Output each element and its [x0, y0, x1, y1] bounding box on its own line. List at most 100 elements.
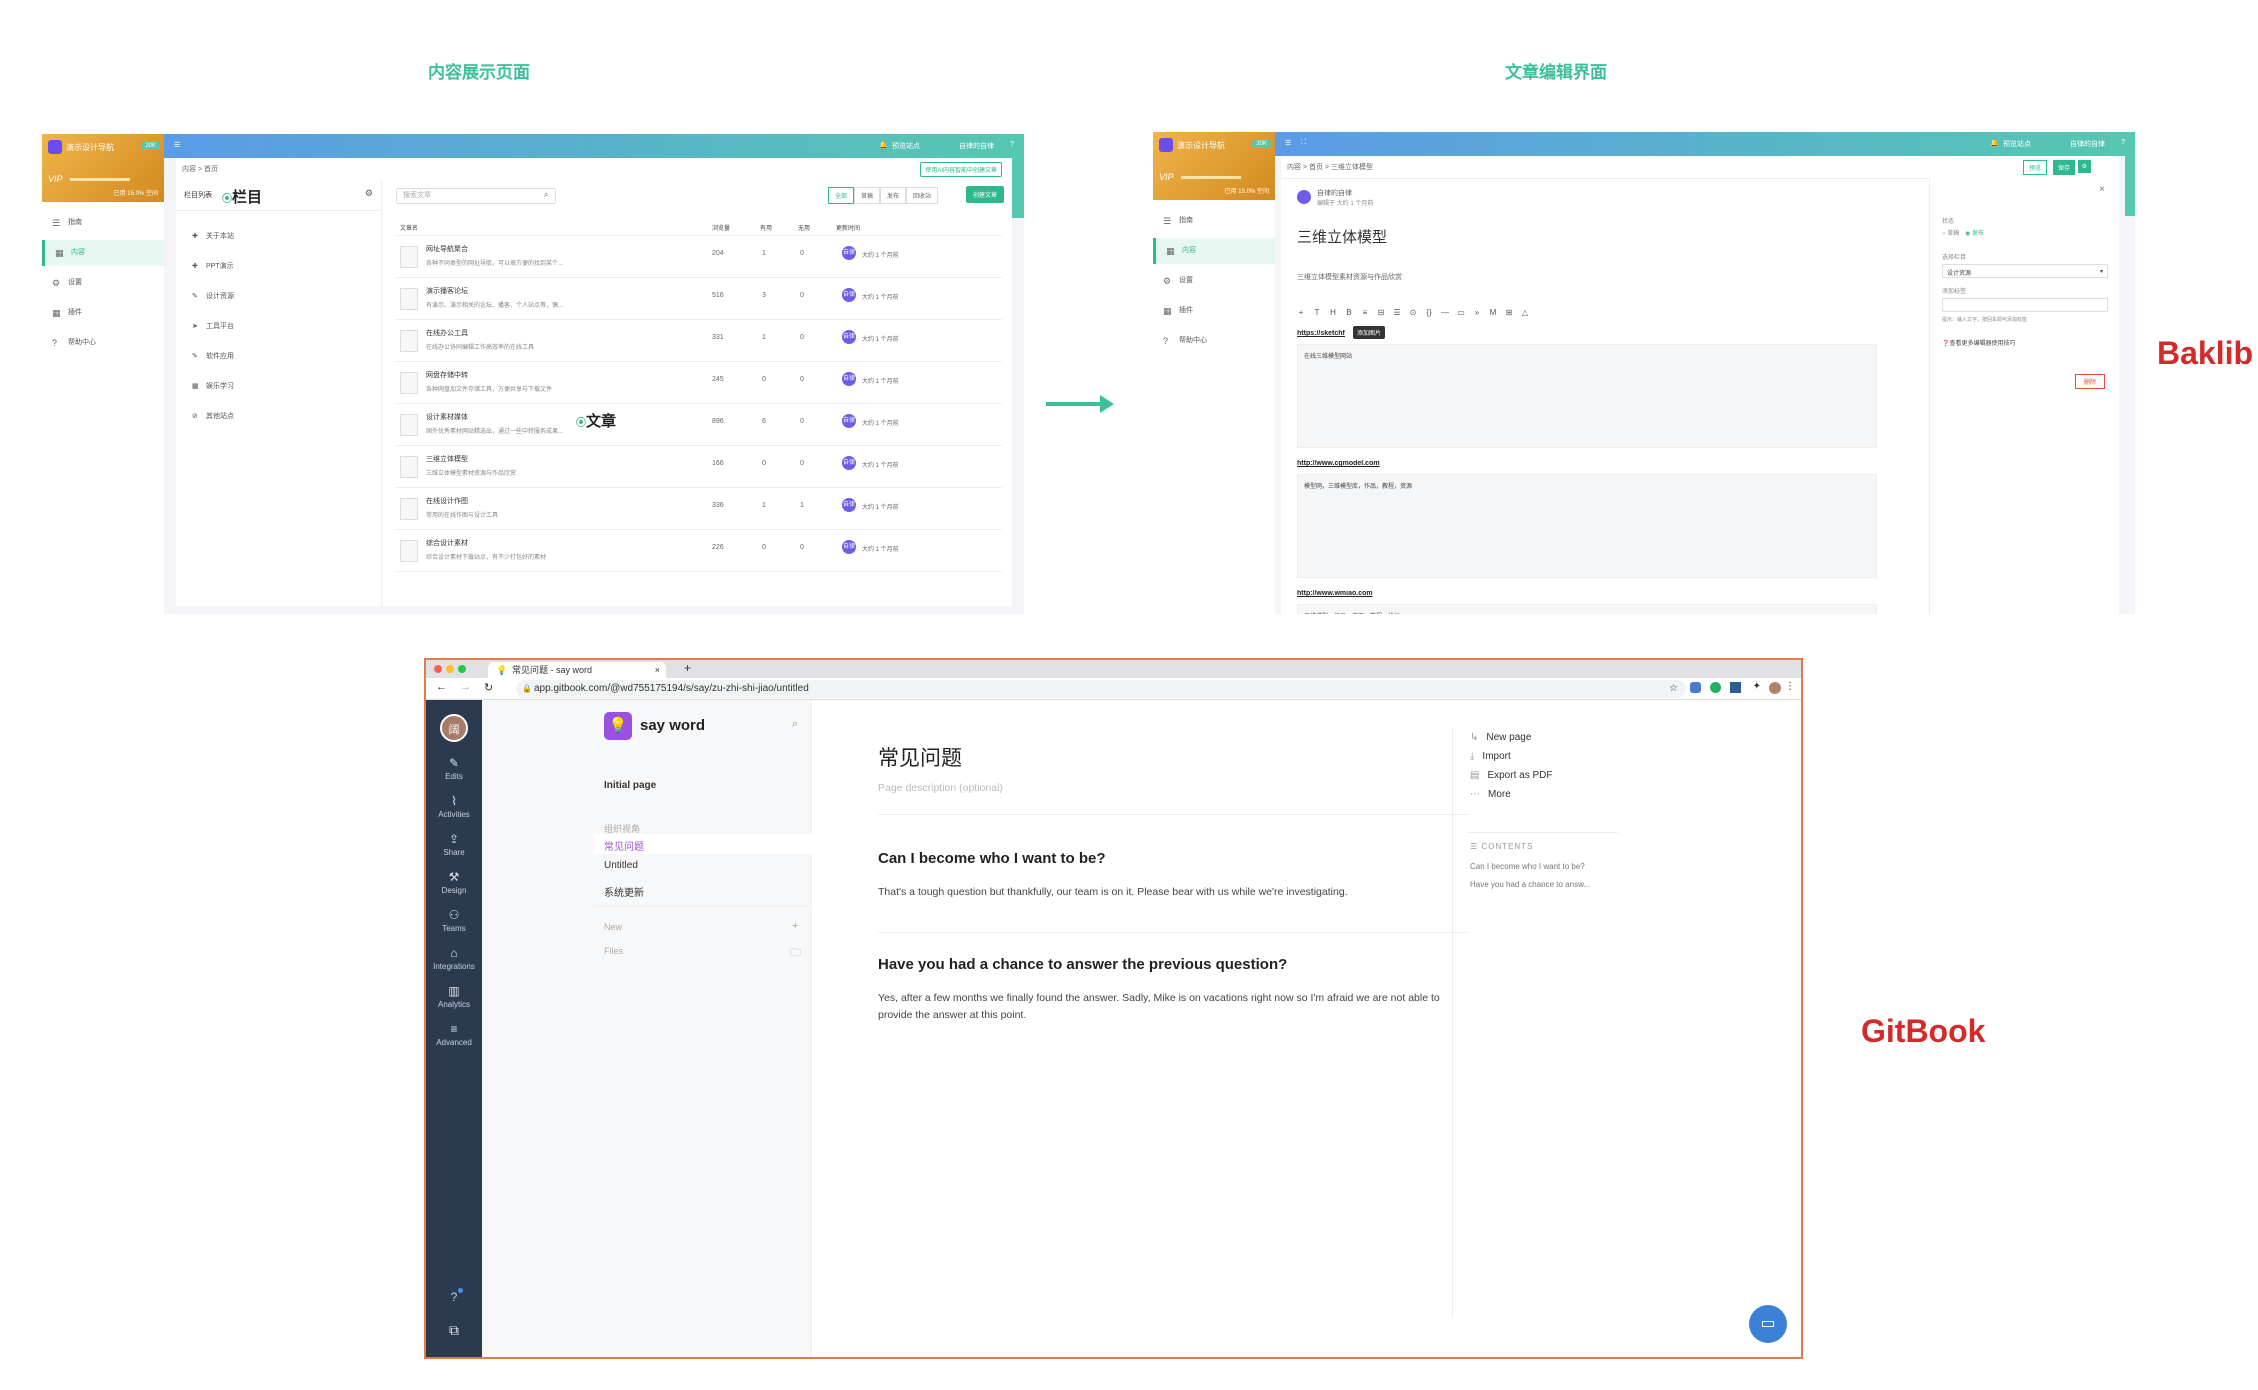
page-initial[interactable]: Initial page — [604, 780, 656, 791]
column-item[interactable]: ➤ 工具平台 — [176, 312, 316, 342]
delete-button[interactable]: 删除 — [2074, 374, 2105, 389]
column-item[interactable]: ⊘ 其他站点 — [176, 402, 316, 432]
profile-avatar[interactable] — [1769, 682, 1781, 694]
toolbar-button-icon[interactable]: ⊙ — [1407, 308, 1419, 317]
back-icon[interactable]: ← — [436, 681, 447, 693]
bell-icon[interactable]: 🔔 — [879, 141, 888, 149]
close-icon[interactable]: × — [2099, 184, 2105, 195]
rail-item-teams[interactable]: ⚇ Teams — [426, 908, 482, 933]
user-menu[interactable]: 自律的自律 — [2070, 139, 2105, 149]
filter-draft[interactable]: 草稿 — [854, 187, 881, 204]
minimize-window-icon[interactable] — [446, 665, 454, 673]
column-item[interactable]: ▦ 娱乐学习 — [176, 372, 316, 402]
toolbar-button-icon[interactable]: ☰ — [1391, 308, 1403, 317]
new-section[interactable]: New — [604, 922, 622, 932]
section-heading[interactable]: Have you had a chance to answer the prev… — [878, 956, 1287, 973]
nav-plugins[interactable]: ▦ 插件 — [1153, 298, 1275, 324]
link-text[interactable]: http://www.wmiao.com — [1297, 590, 1497, 602]
save-button[interactable]: 保存 — [2052, 160, 2075, 175]
page-item-active[interactable]: 常见问题 — [594, 834, 812, 854]
nav-content[interactable]: ▦ 内容 — [1153, 238, 1275, 264]
plus-icon[interactable]: + — [792, 920, 798, 932]
reload-icon[interactable]: ↻ — [484, 681, 493, 694]
nav-help[interactable]: ? 帮助中心 — [42, 330, 164, 356]
preview-site-link[interactable]: 预览站点 — [892, 141, 920, 151]
rail-item-share[interactable]: ⇪ Share — [426, 832, 482, 857]
column-item[interactable]: ✚ PPT演示 — [176, 252, 316, 282]
close-window-icon[interactable] — [434, 665, 442, 673]
nav-plugins[interactable]: ▦ 插件 — [42, 300, 164, 326]
search-input[interactable]: 搜索文章 — [396, 188, 556, 204]
toolbar-button-icon[interactable]: H — [1327, 308, 1339, 317]
gitbook-logo-icon[interactable]: ⧉ — [426, 1322, 482, 1339]
new-tab-icon[interactable]: + — [684, 661, 691, 675]
table-row[interactable]: 演示播客论坛 有演示、演示相关的论坛、播客、个人站点等，偶... 516 3 0 自律 大约… — [396, 278, 1002, 320]
status-draft-radio[interactable]: ○ 草稿 — [1942, 231, 1959, 237]
column-item[interactable]: ✎ 设计资源 — [176, 282, 316, 312]
note-textarea[interactable]: 在线三维模型网站 — [1297, 344, 1877, 448]
status-publish-radio[interactable]: ◉ 发布 — [1965, 231, 1984, 237]
article-title[interactable]: 三维立体模型 — [1297, 226, 1387, 247]
article-summary[interactable]: 三维立体模型素材资源与作品欣赏 — [1297, 272, 1402, 282]
user-menu[interactable]: 自律的自律 — [959, 141, 994, 151]
toolbar-button-icon[interactable]: B — [1343, 308, 1355, 317]
page-item[interactable]: Untitled — [604, 860, 638, 871]
note-textarea[interactable]: 模型网，三维模型库，作品，教程，资源 — [1297, 474, 1877, 578]
preview-site-link[interactable]: 预览站点 — [2003, 139, 2031, 149]
table-row[interactable]: 在线办公工具 在线办公协同编辑工作高效率的在线工具 331 1 0 自律 大约 1 个月前 — [396, 320, 1002, 362]
page-description[interactable]: Page description (optional) — [878, 782, 1003, 794]
files-section[interactable]: Files — [604, 946, 623, 956]
section-heading[interactable]: Can I become who I want to be? — [878, 850, 1106, 867]
avatar[interactable]: 阔 — [440, 714, 468, 742]
preview-button[interactable]: 预览 — [2022, 160, 2047, 175]
action-export-as-pdf[interactable]: ▤ Export as PDF — [1470, 770, 1552, 781]
kebab-menu-icon[interactable]: ⋮ — [1785, 681, 1795, 692]
tags-input[interactable] — [1942, 298, 2108, 312]
ai-create-button[interactable]: 使用AI内容智能中创建文章 — [920, 162, 1002, 177]
action-import[interactable]: ⤓ Import — [1470, 751, 1511, 762]
toolbar-button-icon[interactable]: ▭ — [1455, 308, 1467, 317]
hamburger-icon[interactable]: ☰ — [174, 141, 180, 149]
toolbar-button-icon[interactable]: {} — [1423, 308, 1435, 317]
browser-tab[interactable]: 💡 常见问题 - say word × — [488, 662, 666, 678]
action-new-page[interactable]: ↳ New page — [1470, 732, 1531, 743]
section-body[interactable]: That's a tough question but thankfully, … — [878, 884, 1468, 901]
help-icon[interactable]: ? — [426, 1288, 482, 1304]
toolbar-button-icon[interactable]: ⊞ — [1503, 308, 1515, 317]
column-select[interactable]: 设计资源 ▾ — [1942, 264, 2108, 278]
nav-help[interactable]: ? 帮助中心 — [1153, 328, 1275, 354]
action-more[interactable]: ⋯ More — [1470, 789, 1511, 800]
link-text[interactable]: http://www.cgmodel.com — [1297, 460, 1497, 472]
help-icon[interactable]: ? — [2121, 139, 2125, 146]
toolbar-button-icon[interactable]: M — [1487, 308, 1499, 317]
table-row[interactable]: 网址导航聚合 各种不同类型的网址导航，可以很方便的找到某个... 204 1 0 自律 大约… — [396, 236, 1002, 278]
rail-item-advanced[interactable]: ≡ Advanced — [426, 1022, 482, 1047]
nav-settings[interactable]: ⚙ 设置 — [1153, 268, 1275, 294]
extension-icon[interactable] — [1690, 682, 1701, 693]
table-row[interactable]: 综合设计素材 综合设计素材下载站点，有不少打包好的素材 226 0 0 自律 大约 1 个月… — [396, 530, 1002, 572]
column-item[interactable]: ✎ 软件应用 — [176, 342, 316, 372]
settings-icon[interactable]: ⚙ — [365, 188, 373, 199]
page-item[interactable]: 系统更新 — [604, 884, 644, 899]
note-textarea[interactable]: 三维模型、作品、资源、教程、论坛 — [1297, 604, 1877, 614]
toolbar-button-icon[interactable]: ⊟ — [1375, 308, 1387, 317]
forward-icon[interactable]: → — [460, 681, 471, 693]
fullscreen-icon[interactable]: ⛶ — [1301, 139, 1306, 147]
contents-link[interactable]: Can I become who I want to be? — [1470, 862, 1585, 871]
star-icon[interactable]: ☆ — [1669, 680, 1678, 698]
search-icon[interactable]: ⌕ — [544, 190, 548, 200]
nav-settings[interactable]: ⚙ 设置 — [42, 270, 164, 296]
table-row[interactable]: 在线设计作图 常用的在线作图与设计工具 336 1 1 自律 大约 1 个月前 — [396, 488, 1002, 530]
table-row[interactable]: 设计素材媒体 国外优秀素材网站精选出，通过一些中转服务成果... 896 6 0 自律 大约… — [396, 404, 1002, 446]
toolbar-button-icon[interactable]: △ — [1519, 308, 1531, 317]
toolbar-button-icon[interactable]: + — [1295, 308, 1307, 317]
filter-all[interactable]: 全部 — [828, 187, 855, 204]
close-tab-icon[interactable]: × — [655, 662, 660, 678]
section-body[interactable]: Yes, after a few months we finally found… — [878, 990, 1468, 1024]
nav-content[interactable]: ▦ 内容 — [42, 240, 164, 266]
extension-icon[interactable] — [1710, 682, 1721, 693]
nav-guide[interactable]: ☰ 指南 — [1153, 208, 1275, 234]
toolbar-button-icon[interactable]: » — [1471, 308, 1483, 317]
search-icon[interactable]: ⌕ — [792, 718, 798, 731]
space-name[interactable]: say word — [640, 717, 705, 734]
